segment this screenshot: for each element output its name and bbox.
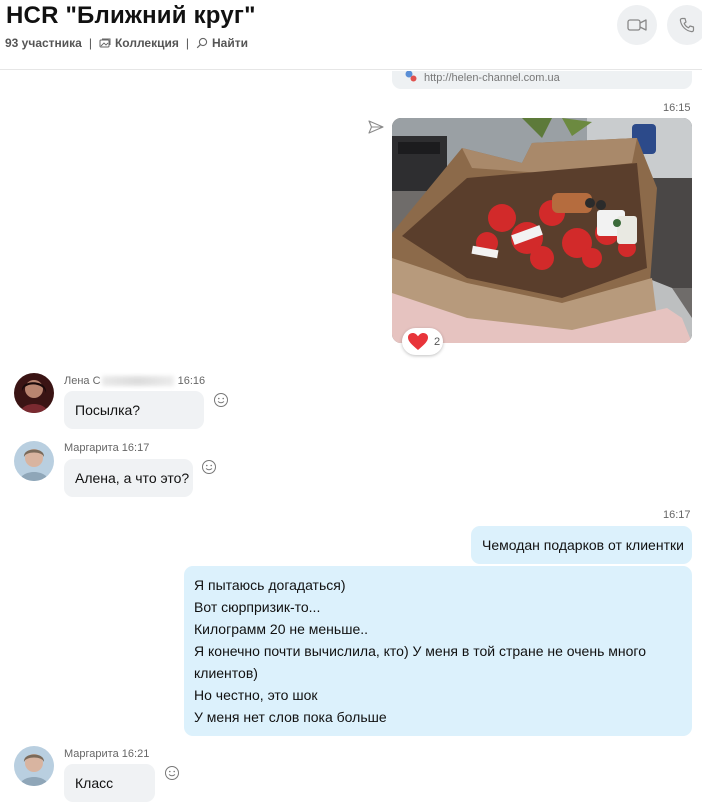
photo-attachment[interactable] <box>392 118 692 343</box>
separator: | <box>88 36 92 50</box>
gallery-button[interactable]: Коллекция <box>99 36 179 50</box>
message-time: 16:15 <box>663 102 691 114</box>
message-text: Чемодан подарков от клиентки <box>482 537 684 553</box>
sender-name-text: Маргарита <box>64 442 119 454</box>
message-line: Я конечно почти вычислила, кто) У меня в… <box>194 643 646 659</box>
link-url[interactable]: http://helen-channel.com.ua <box>424 72 560 84</box>
search-label: Найти <box>212 36 248 50</box>
message-bubble-outgoing[interactable]: Я пытаюсь догадаться) Вот сюрпризик-то..… <box>184 566 692 736</box>
sender-name: Лена С 16:16 <box>64 375 205 387</box>
search-icon <box>196 37 208 49</box>
chat-header: HCR "Ближний круг" 93 участника | Коллек… <box>0 0 702 70</box>
avatar-image <box>14 441 54 481</box>
message-list[interactable]: http://helen-channel.com.ua 16:15 2 Лена… <box>0 71 702 802</box>
sender-name-text: Маргарита <box>64 748 119 760</box>
message-line: Но честно, это шок <box>194 687 318 703</box>
avatar-lena[interactable] <box>14 373 54 413</box>
message-line: клиентов) <box>194 665 258 681</box>
sender-name: Маргарита 16:21 <box>64 748 149 760</box>
message-line: Вот сюрпризик-то... <box>194 599 321 615</box>
chat-title[interactable]: HCR "Ближний круг" <box>6 2 256 30</box>
react-emoji-icon[interactable] <box>213 392 229 408</box>
gallery-label: Коллекция <box>114 36 179 50</box>
message-bubble[interactable]: Класс <box>64 764 155 802</box>
search-button[interactable]: Найти <box>196 36 248 50</box>
gallery-icon <box>99 38 111 48</box>
sender-name: Маргарита 16:17 <box>64 442 149 454</box>
avatar-margarita[interactable] <box>14 746 54 786</box>
avatar-image <box>14 746 54 786</box>
link-favicon-icon <box>405 71 417 82</box>
react-emoji-icon[interactable] <box>201 459 217 475</box>
link-preview-bubble[interactable]: http://helen-channel.com.ua <box>392 71 692 89</box>
separator: | <box>185 36 189 50</box>
phone-icon <box>679 17 695 33</box>
message-text: Посылка? <box>75 402 141 418</box>
reaction-count: 2 <box>434 335 441 348</box>
avatar-image <box>14 373 54 413</box>
message-line: Я пытаюсь догадаться) <box>194 577 346 593</box>
video-camera-icon <box>627 19 647 31</box>
sent-icon <box>368 120 384 134</box>
message-bubble-outgoing[interactable]: Чемодан подарков от клиентки <box>471 526 692 564</box>
avatar-margarita[interactable] <box>14 441 54 481</box>
audio-call-button[interactable] <box>667 5 702 45</box>
message-line: Килограмм 20 не меньше.. <box>194 621 369 637</box>
reaction-badge[interactable]: 2 <box>402 328 443 355</box>
message-time: 16:17 <box>663 509 691 521</box>
video-call-button[interactable] <box>617 5 657 45</box>
react-emoji-icon[interactable] <box>164 765 180 781</box>
chat-meta: 93 участника | Коллекция | Найти <box>5 36 248 50</box>
box-photo-image <box>392 118 692 343</box>
sender-name-text: Лена С <box>64 375 101 387</box>
message-text: Класс <box>75 775 114 791</box>
message-line: У меня нет слов пока больше <box>194 709 387 725</box>
heart-icon <box>408 333 428 350</box>
message-text: Алена, а что это? <box>75 470 190 486</box>
message-time: 16:21 <box>121 748 150 760</box>
members-count[interactable]: 93 участника <box>5 36 82 50</box>
message-bubble[interactable]: Алена, а что это? <box>64 459 193 497</box>
name-blur <box>101 376 174 387</box>
message-time: 16:16 <box>177 375 206 387</box>
message-bubble[interactable]: Посылка? <box>64 391 204 429</box>
message-time: 16:17 <box>121 442 150 454</box>
